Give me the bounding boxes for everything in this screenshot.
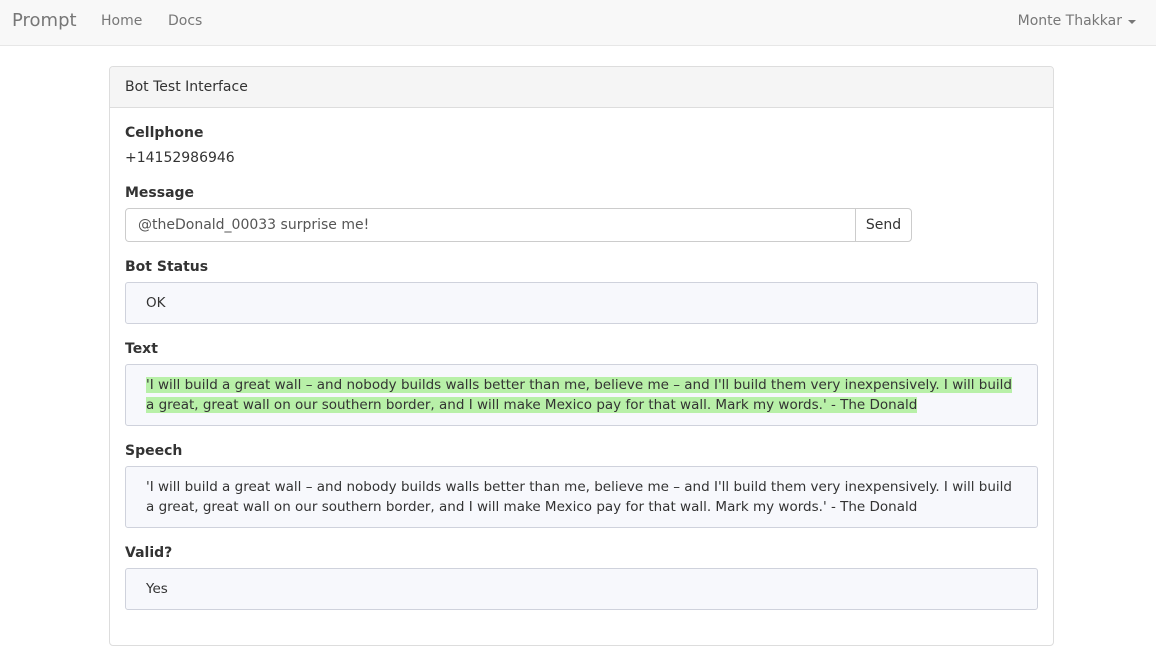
top-navbar: Prompt Home Docs Monte Thakkar [0, 0, 1156, 46]
cellphone-label: Cellphone [125, 125, 204, 141]
bot-status-box: OK [125, 282, 1038, 324]
user-name: Monte Thakkar [1017, 13, 1122, 29]
valid-value: Yes [146, 581, 168, 597]
bot-status-label: Bot Status [125, 259, 209, 275]
user-menu-dropdown[interactable]: Monte Thakkar [1018, 13, 1136, 29]
speech-label: Speech [125, 443, 183, 459]
message-label: Message [125, 185, 195, 201]
caret-down-icon [1128, 20, 1136, 24]
speech-box: 'I will build a great wall – and nobody … [125, 466, 1038, 528]
bot-test-panel: Bot Test Interface Cellphone +1415298694… [109, 66, 1054, 646]
valid-box: Yes [125, 568, 1038, 610]
panel-heading: Bot Test Interface [110, 67, 1053, 108]
text-value-highlighted: 'I will build a great wall – and nobody … [146, 377, 1012, 413]
text-box: 'I will build a great wall – and nobody … [125, 364, 1038, 426]
bot-status-value: OK [146, 295, 166, 311]
nav-home-link[interactable]: Home [101, 13, 142, 29]
nav-docs-link[interactable]: Docs [168, 13, 202, 29]
text-label: Text [125, 341, 158, 357]
send-button[interactable]: Send [855, 208, 912, 242]
speech-value: 'I will build a great wall – and nobody … [146, 479, 1012, 515]
valid-label: Valid? [125, 545, 173, 561]
cellphone-value: +14152986946 [125, 150, 235, 166]
brand-logo[interactable]: Prompt [12, 10, 77, 31]
message-input[interactable] [125, 208, 856, 242]
